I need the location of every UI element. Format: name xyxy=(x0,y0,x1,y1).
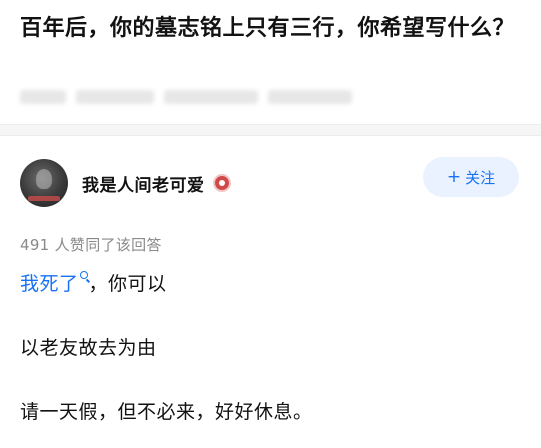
answer-card: 我是人间老可爱 + 关注 491 人赞同了该回答 我死了 ，你可以 以老友故去为由… xyxy=(0,136,541,427)
plus-icon: + xyxy=(446,166,462,187)
avatar-caption xyxy=(28,196,60,201)
question-header: 百年后，你的墓志铭上只有三行，你希望写什么？ xyxy=(0,0,541,124)
blurred-meta-block xyxy=(76,90,154,104)
blurred-meta-block xyxy=(20,90,66,104)
section-divider xyxy=(0,124,541,136)
search-keyword-link[interactable]: 我死了 xyxy=(20,271,89,295)
follow-button[interactable]: + 关注 xyxy=(423,157,519,197)
avatar-figure xyxy=(36,169,52,189)
blurred-meta-block xyxy=(268,90,352,104)
answer-paragraph: 请一天假，但不必来，好好休息。 xyxy=(20,401,313,423)
search-icon xyxy=(79,271,89,285)
follow-button-label: 关注 xyxy=(465,168,496,187)
question-title[interactable]: 百年后，你的墓志铭上只有三行，你希望写什么？ xyxy=(20,12,520,46)
answer-content: 我死了 ，你可以 以老友故去为由 请一天假，但不必来，好好休息。 xyxy=(20,269,521,427)
answer-paragraph: 我死了 ，你可以 xyxy=(20,269,521,299)
avatar[interactable] xyxy=(20,159,68,207)
blurred-question-meta xyxy=(20,90,352,104)
vote-count-text: 491 人赞同了该回答 xyxy=(20,236,162,254)
answer-page: 百年后，你的墓志铭上只有三行，你希望写什么？ 我是人间老可爱 + 关注 491 … xyxy=(0,0,541,448)
blurred-meta-block xyxy=(164,90,258,104)
search-keyword-text: 我死了 xyxy=(20,273,79,295)
creator-badge-icon xyxy=(212,174,231,192)
answer-paragraph: 以老友故去为由 xyxy=(20,337,157,359)
answer-text: ，你可以 xyxy=(88,273,167,295)
author-name[interactable]: 我是人间老可爱 xyxy=(82,171,205,196)
